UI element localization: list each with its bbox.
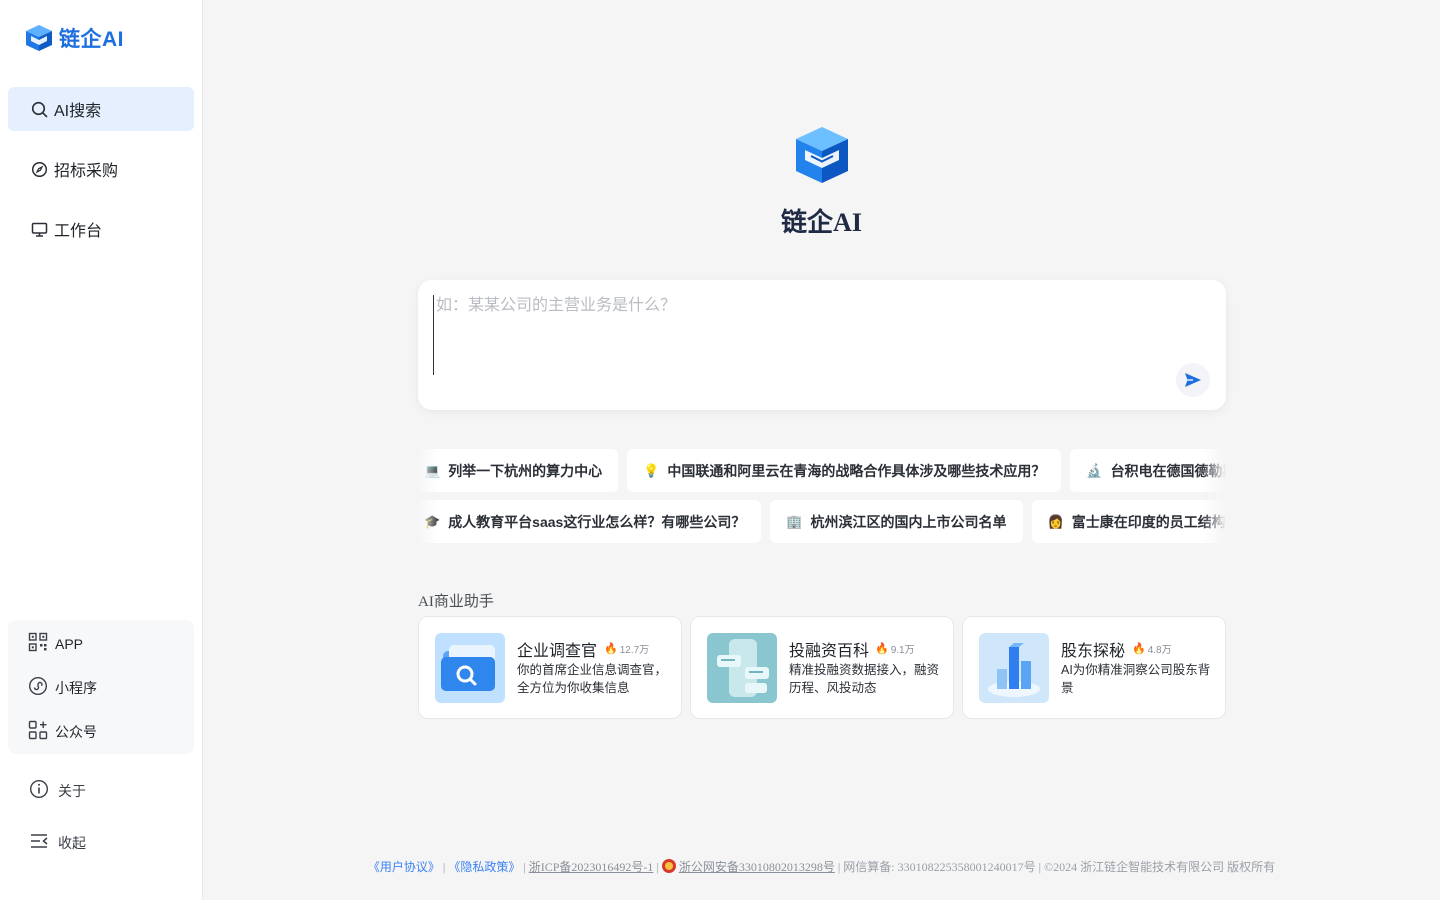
icp-link[interactable]: 浙ICP备2023016492号-1 [529, 860, 654, 874]
copyright-text: ©2024 浙江链企智能技术有限公司 版权所有 [1043, 860, 1276, 874]
user-agreement-link[interactable]: 《用户协议》 [368, 860, 440, 874]
footer-separator: | [1038, 860, 1041, 874]
fire-icon: 🔥 [875, 643, 889, 655]
suggestion-chip[interactable]: 👩 富士康在印度的员工结构 [1031, 500, 1226, 543]
nav-ai-search[interactable]: AI搜索 [8, 87, 194, 131]
police-record-link[interactable]: 浙公网安备33010802013298号 [679, 860, 835, 874]
nav-workbench-label: 工作台 [54, 223, 103, 240]
sidebar: 链企AI AI搜索 招标采购 工作台 APP 小程序 公众号 关于 收起 [0, 0, 203, 900]
brand-logo[interactable]: 链企AI [25, 23, 124, 53]
search-box [418, 280, 1226, 410]
card-hot: 🔥 9.1万 [875, 641, 915, 656]
fade-left [418, 449, 438, 545]
woman-icon: 👩 [1047, 513, 1064, 529]
card-hot-count: 12.7万 [619, 645, 650, 656]
card-hot-count: 9.1万 [890, 645, 915, 656]
app-label: APP [55, 635, 84, 652]
card-name: 投融资百科 [789, 643, 870, 660]
fire-icon: 🔥 [1132, 643, 1146, 655]
suggestion-text: 成人教育平台saas这行业怎么样？有哪些公司？ [448, 513, 746, 530]
nav-ai-search-label: AI搜索 [54, 103, 102, 120]
suggestion-row: 🎓 成人教育平台saas这行业怎么样？有哪些公司？ 🏢 杭州滨江区的国内上市公司… [418, 500, 1226, 543]
chat-phone-icon [707, 633, 777, 703]
monitor-icon [30, 220, 48, 238]
hero-title: 链企AI [781, 208, 862, 237]
folder-search-icon [435, 633, 505, 703]
about-link[interactable]: 关于 [29, 779, 86, 802]
card-hot: 🔥 4.8万 [1132, 641, 1172, 656]
suggestion-text: 列举一下杭州的算力中心 [448, 462, 603, 479]
send-button[interactable] [1176, 363, 1210, 397]
footer-separator: | [656, 860, 659, 874]
fade-right [1202, 449, 1226, 545]
collapse-menu-icon [29, 831, 49, 854]
card-name: 企业调查官 [517, 643, 598, 660]
send-icon [1185, 373, 1201, 387]
app-download-link[interactable]: APP [28, 632, 83, 655]
footer-separator: | [523, 860, 526, 874]
fire-icon: 🔥 [604, 643, 618, 655]
card-desc: AI为你精准洞察公司股东背景 [1061, 663, 1211, 695]
compass-icon [30, 160, 48, 178]
qrcode-icon [28, 632, 48, 655]
suggestion-text: 中国联通和阿里云在青海的战略合作具体涉及哪些技术应用？ [667, 462, 1046, 479]
bar-chart-3d-icon [979, 633, 1049, 703]
cube-logo-icon [26, 25, 52, 51]
search-icon [30, 100, 48, 118]
card-hot-count: 4.8万 [1147, 645, 1172, 656]
nav-bidding-label: 招标采购 [54, 163, 119, 180]
suggestion-chip[interactable]: 🎓 成人教育平台saas这行业怎么样？有哪些公司？ [418, 500, 762, 543]
miniprogram-icon [28, 676, 48, 699]
brand-name: 链企AI [59, 28, 124, 51]
miniprogram-link[interactable]: 小程序 [28, 676, 97, 699]
collapse-button[interactable]: 收起 [29, 831, 86, 854]
card-hot: 🔥 12.7万 [604, 641, 649, 656]
apps-panel: APP 小程序 公众号 [8, 620, 194, 754]
official-account-link[interactable]: 公众号 [28, 720, 97, 743]
search-input[interactable] [433, 295, 1173, 375]
info-icon [29, 779, 49, 802]
assistant-card-investigator[interactable]: 企业调查官 🔥 12.7万 你的首席企业信息调查官，全方位为你收集信息 [418, 616, 682, 719]
nav-workbench[interactable]: 工作台 [8, 207, 194, 251]
police-badge-icon [661, 859, 676, 873]
card-desc: 精准投融资数据接入，融资历程、风投动态 [789, 663, 940, 695]
office-building-icon: 🏢 [786, 513, 803, 529]
footer: 《用户协议》 | 《隐私政策》 | 浙ICP备2023016492号-1 | 浙… [203, 858, 1440, 875]
microscope-icon: 🔬 [1086, 462, 1103, 478]
apps-grid-icon [28, 720, 48, 743]
footer-separator: | [442, 860, 446, 874]
suggestion-chip[interactable]: 💡 中国联通和阿里云在青海的战略合作具体涉及哪些技术应用？ [627, 449, 1062, 492]
hero-cube-logo-icon [794, 126, 850, 189]
main-content: 链企AI 💻 列举一下杭州的算力中心 💡 中国联通和阿里云在青海的战略合作具体涉… [203, 0, 1440, 900]
card-name: 股东探秘 [1061, 643, 1126, 660]
assistant-card-shareholder[interactable]: 股东探秘 🔥 4.8万 AI为你精准洞察公司股东背景 [962, 616, 1226, 719]
footer-separator: | [837, 860, 841, 874]
miniprogram-label: 小程序 [55, 679, 97, 696]
nav-bidding[interactable]: 招标采购 [8, 147, 194, 191]
algo-record-text: 网信算备: 330108225358001240017号 [843, 860, 1036, 874]
official-account-label: 公众号 [55, 723, 97, 740]
collapse-label: 收起 [58, 834, 86, 851]
lightbulb-icon: 💡 [643, 462, 660, 478]
card-desc: 你的首席企业信息调查官，全方位为你收集信息 [517, 663, 668, 695]
assistant-card-investment[interactable]: 投融资百科 🔥 9.1万 精准投融资数据接入，融资历程、风投动态 [690, 616, 954, 719]
suggestion-text: 杭州滨江区的国内上市公司名单 [810, 513, 1007, 530]
suggestion-row: 💻 列举一下杭州的算力中心 💡 中国联通和阿里云在青海的战略合作具体涉及哪些技术… [418, 449, 1226, 492]
suggestion-carousel: 💻 列举一下杭州的算力中心 💡 中国联通和阿里云在青海的战略合作具体涉及哪些技术… [418, 449, 1226, 545]
privacy-policy-link[interactable]: 《隐私政策》 [448, 860, 520, 874]
suggestion-chip[interactable]: 🏢 杭州滨江区的国内上市公司名单 [770, 500, 1023, 543]
about-label: 关于 [58, 782, 86, 799]
assistants-title: AI商业助手 [418, 594, 494, 610]
suggestion-chip[interactable]: 💻 列举一下杭州的算力中心 [418, 449, 619, 492]
